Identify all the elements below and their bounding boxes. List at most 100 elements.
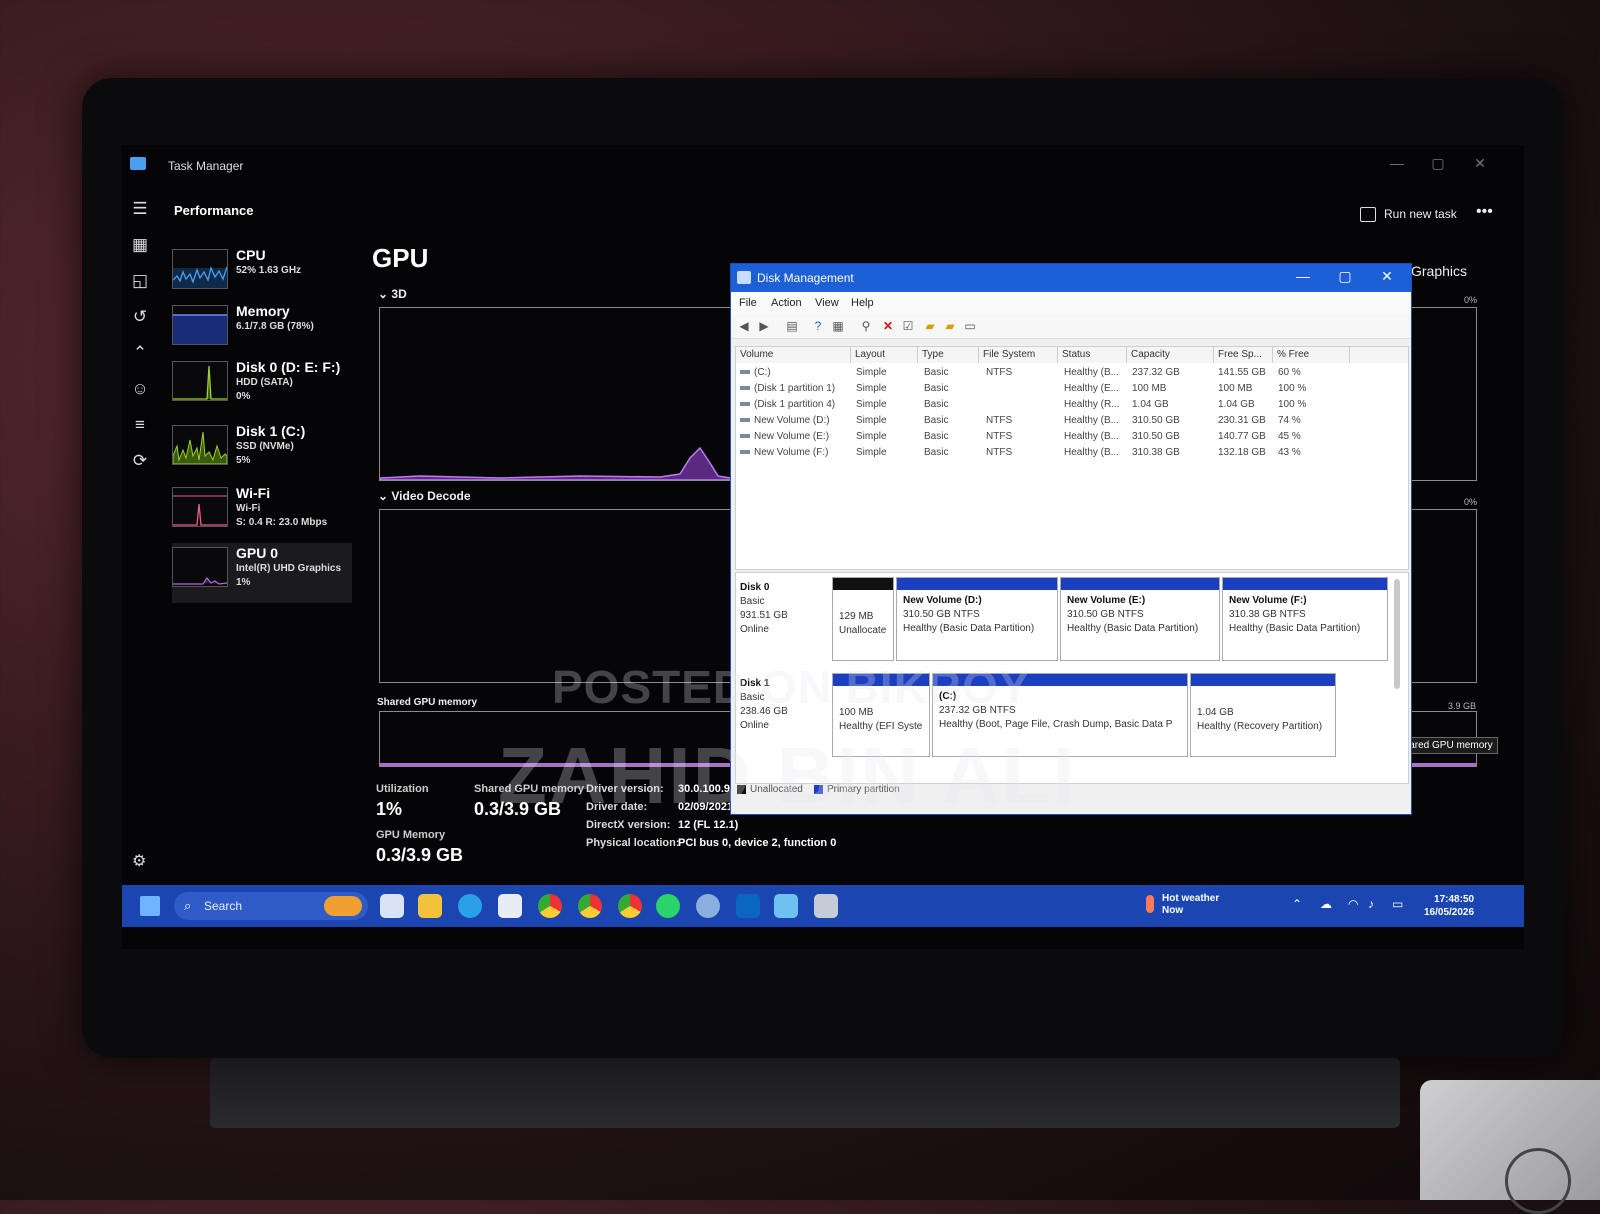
- chrome-icon[interactable]: [538, 894, 562, 918]
- column-header-status[interactable]: Status: [1058, 347, 1127, 363]
- column-header-volume[interactable]: Volume: [736, 347, 851, 363]
- disk-management-titlebar[interactable]: Disk Management — ▢ ✕: [731, 264, 1411, 292]
- disk-management-taskbar-icon[interactable]: [814, 894, 838, 918]
- search-highlight-badge: [324, 896, 362, 916]
- partition-size: 1.04 GB: [1197, 707, 1234, 718]
- wifi-icon[interactable]: ◠: [1348, 897, 1358, 911]
- linkedin-icon[interactable]: [736, 894, 760, 918]
- show-hidden-icons-chevron-icon[interactable]: ⌃: [1292, 897, 1302, 911]
- chrome-2-icon[interactable]: [578, 894, 602, 918]
- photos-icon[interactable]: [774, 894, 798, 918]
- perf-tile-memory[interactable]: Memory 6.1/7.8 GB (78%): [172, 301, 352, 357]
- file-explorer-icon[interactable]: [418, 894, 442, 918]
- processes-icon[interactable]: ▦: [128, 233, 152, 257]
- volume-icon[interactable]: ♪: [1368, 897, 1374, 911]
- start-button-windows-icon[interactable]: [140, 896, 160, 916]
- close-button[interactable]: ✕: [1470, 155, 1490, 172]
- hamburger-menu-icon[interactable]: ☰: [128, 197, 152, 221]
- delete-icon[interactable]: ✕: [881, 319, 895, 333]
- store-icon[interactable]: [498, 894, 522, 918]
- console-tree-icon[interactable]: ▤: [785, 319, 799, 333]
- perf-tile-gpu0[interactable]: GPU 0 Intel(R) UHD Graphics 1%: [172, 543, 352, 603]
- maximize-button[interactable]: ▢: [1428, 155, 1448, 172]
- partition-c[interactable]: (C:) 237.32 GB NTFS Healthy (Boot, Page Fi…: [932, 673, 1188, 757]
- section-3d-label[interactable]: ⌄ 3D: [378, 287, 407, 301]
- partition-efi[interactable]: 100 MB Healthy (EFI Syste: [832, 673, 930, 757]
- column-header-layout[interactable]: Layout: [851, 347, 918, 363]
- settings-icon[interactable]: [696, 894, 720, 918]
- unalloc-label: Unallocate: [839, 625, 887, 636]
- partition-recovery[interactable]: 1.04 GB Healthy (Recovery Partition): [1190, 673, 1336, 757]
- column-header-percent-free[interactable]: % Free: [1273, 347, 1350, 363]
- users-icon[interactable]: ☺: [128, 377, 152, 401]
- task-view-icon[interactable]: [380, 894, 404, 918]
- tile-detail: SSD (NVMe): [236, 441, 294, 452]
- run-new-task-button[interactable]: Run new task: [1360, 207, 1457, 223]
- window-icon[interactable]: ▭: [963, 319, 977, 333]
- forward-arrow-icon[interactable]: ▶: [757, 319, 771, 333]
- taskbar-search-box[interactable]: ⌕ Search: [174, 892, 368, 920]
- table-row[interactable]: (C:) Simple Basic NTFS Healthy (B... 237…: [736, 365, 1408, 381]
- details-icon[interactable]: ≡: [128, 413, 152, 437]
- chrome-3-icon[interactable]: [618, 894, 642, 918]
- vertical-scrollbar[interactable]: [1394, 579, 1400, 689]
- volume-name: New Volume (E:): [754, 431, 830, 442]
- partition-e[interactable]: New Volume (E:) 310.50 GB NTFS Healthy (Ba…: [1060, 577, 1220, 661]
- startup-apps-icon[interactable]: ⌃: [128, 341, 152, 365]
- dm-close-button[interactable]: ✕: [1377, 268, 1397, 285]
- whatsapp-icon[interactable]: [656, 894, 680, 918]
- performance-icon[interactable]: ◱: [128, 269, 152, 293]
- connect-icon[interactable]: ⚲: [859, 319, 873, 333]
- app-history-icon[interactable]: ↺: [128, 305, 152, 329]
- column-header-capacity[interactable]: Capacity: [1127, 347, 1214, 363]
- settings-gear-icon[interactable]: ⚙: [132, 851, 146, 871]
- column-header-free-space[interactable]: Free Sp...: [1214, 347, 1273, 363]
- folder-icon[interactable]: ▰: [923, 319, 937, 333]
- table-row[interactable]: New Volume (D:) Simple Basic NTFS Health…: [736, 413, 1408, 429]
- partition-unallocated[interactable]: 129 MB Unallocate: [832, 577, 894, 661]
- help-icon[interactable]: ?: [811, 319, 825, 333]
- services-icon[interactable]: ⟳: [128, 449, 152, 473]
- disk-management-window[interactable]: Disk Management — ▢ ✕ File Action View H…: [730, 263, 1412, 815]
- dm-minimize-button[interactable]: —: [1293, 268, 1313, 284]
- disk1-info[interactable]: Disk 1 Basic 238.46 GB Online: [740, 677, 788, 733]
- partition-status: Healthy (Recovery Partition): [1197, 721, 1323, 732]
- battery-icon[interactable]: ▭: [1392, 897, 1403, 911]
- menu-file[interactable]: File: [739, 297, 757, 309]
- table-row[interactable]: (Disk 1 partition 1) Simple Basic Health…: [736, 381, 1408, 397]
- column-header-file-system[interactable]: File System: [979, 347, 1058, 363]
- tile-name: GPU 0: [236, 545, 279, 561]
- perf-tile-disk0[interactable]: Disk 0 (D: E: F:) HDD (SATA) 0%: [172, 357, 352, 413]
- properties-icon[interactable]: ▦: [831, 319, 845, 333]
- more-options-button[interactable]: •••: [1476, 203, 1493, 221]
- checkmark-icon[interactable]: ☑: [901, 319, 915, 333]
- column-header-type[interactable]: Type: [918, 347, 979, 363]
- edge-icon[interactable]: [458, 894, 482, 918]
- run-task-icon: [1360, 207, 1376, 223]
- dm-maximize-button[interactable]: ▢: [1335, 268, 1355, 285]
- cloud-icon[interactable]: ☁: [1320, 897, 1332, 911]
- search-folder-icon[interactable]: ▰: [943, 319, 957, 333]
- cell-volume: (Disk 1 partition 4): [740, 399, 835, 410]
- back-arrow-icon[interactable]: ◀: [737, 319, 751, 333]
- perf-tile-cpu[interactable]: CPU 52% 1.63 GHz: [172, 245, 352, 301]
- minimize-button[interactable]: —: [1387, 155, 1407, 171]
- disk0-info[interactable]: Disk 0 Basic 931.51 GB Online: [740, 581, 788, 637]
- search-icon: ⌕: [184, 898, 192, 913]
- cell-layout: Simple: [856, 367, 887, 378]
- table-row[interactable]: New Volume (E:) Simple Basic NTFS Health…: [736, 429, 1408, 445]
- menu-help[interactable]: Help: [851, 297, 874, 309]
- weather-widget[interactable]: Hot weather Now: [1146, 893, 1219, 917]
- perf-tile-wifi[interactable]: Wi-Fi Wi-Fi S: 0.4 R: 23.0 Mbps: [172, 483, 352, 539]
- table-row[interactable]: New Volume (F:) Simple Basic NTFS Health…: [736, 445, 1408, 461]
- partition-d[interactable]: New Volume (D:) 310.50 GB NTFS Healthy (Ba…: [896, 577, 1058, 661]
- menu-view[interactable]: View: [815, 297, 839, 309]
- perf-tile-disk1[interactable]: Disk 1 (C:) SSD (NVMe) 5%: [172, 421, 352, 477]
- section-video-decode-label[interactable]: ⌄ Video Decode: [378, 489, 471, 503]
- table-row[interactable]: (Disk 1 partition 4) Simple Basic Health…: [736, 397, 1408, 413]
- system-clock[interactable]: 17:48:50 16/05/2026: [1424, 893, 1474, 919]
- menu-action[interactable]: Action: [771, 297, 802, 309]
- cell-capacity: 237.32 GB: [1132, 367, 1180, 378]
- partition-f[interactable]: New Volume (F:) 310.38 GB NTFS Healthy (Ba…: [1222, 577, 1388, 661]
- partition-bar: [833, 578, 893, 590]
